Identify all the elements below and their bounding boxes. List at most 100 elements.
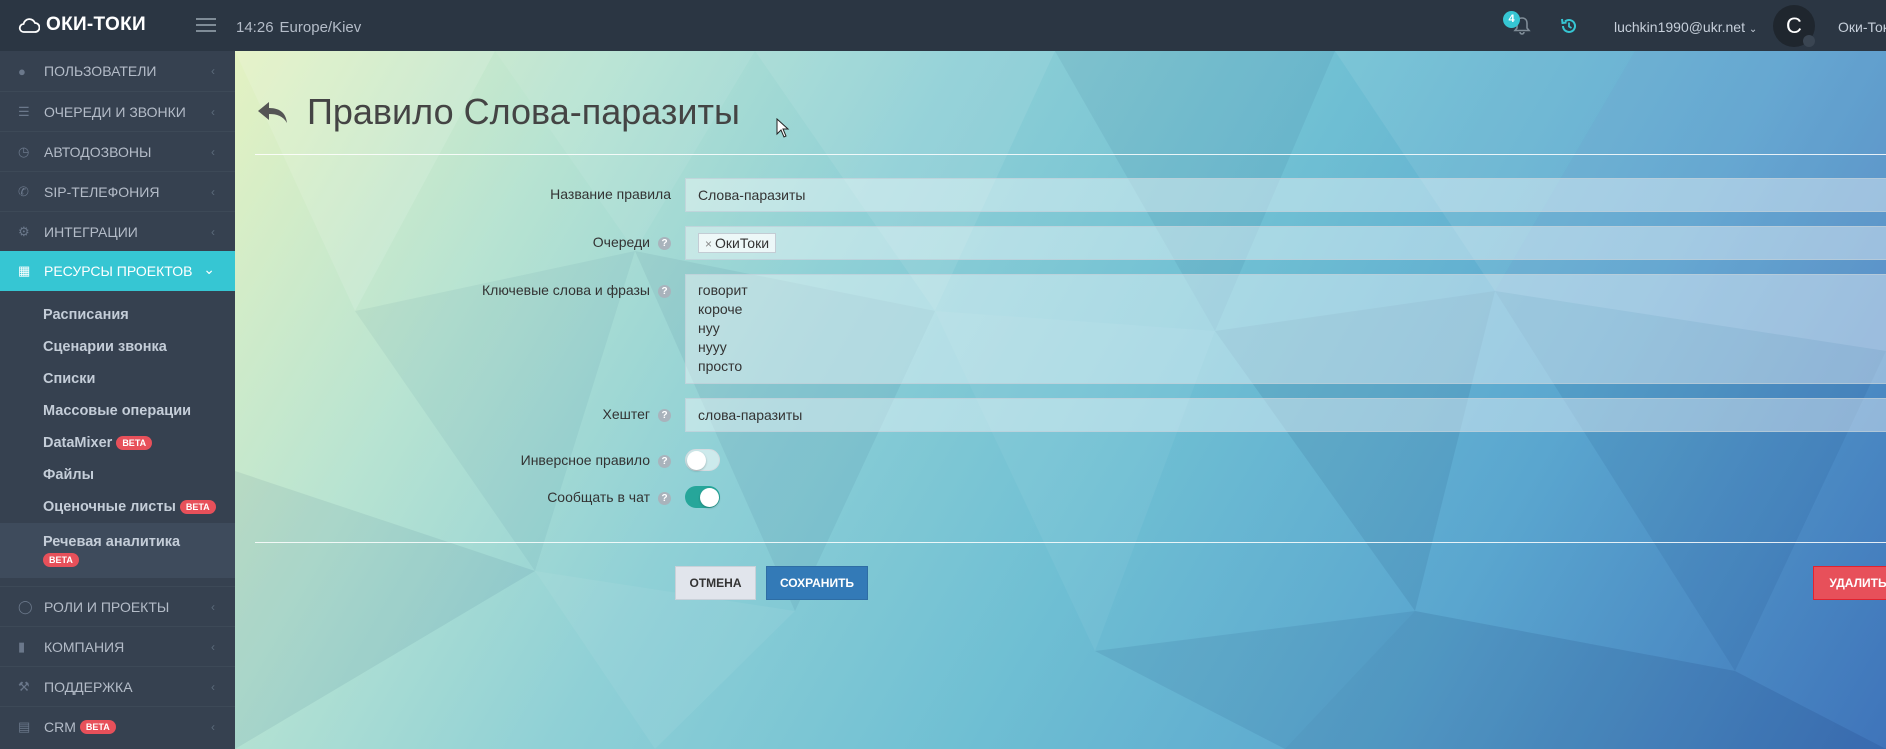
beta-badge: BETA (179, 500, 216, 514)
queues-label: Очереди (592, 234, 650, 250)
chevron-left-icon: ‹ (211, 680, 215, 694)
queues-row: Очереди? × ОкиТоки (255, 226, 1886, 260)
beta-badge: BETA (79, 719, 116, 734)
help-icon[interactable]: ? (658, 285, 671, 298)
sidebar-item-project-resources[interactable]: ▦ РЕСУРСЫ ПРОЕКТОВ ⌄ (0, 251, 235, 291)
chevron-left-icon: ‹ (211, 145, 215, 159)
keywords-row: Ключевые слова и фразы? говорит короче н… (255, 274, 1886, 384)
delete-button[interactable]: УДАЛИТЬ (1813, 566, 1886, 600)
inverse-toggle[interactable] (685, 449, 720, 471)
toggle-knob (687, 451, 706, 470)
rule-name-input[interactable]: Слова-паразиты (685, 178, 1886, 212)
chevron-left-icon: ‹ (211, 600, 215, 614)
sidebar-item-label: РОЛИ И ПРОЕКТЫ (44, 598, 170, 615)
toggle-knob (700, 487, 719, 507)
gears-icon: ⚙ (18, 223, 30, 239)
queues-multiselect[interactable]: × ОкиТоки (685, 226, 1886, 260)
avatar[interactable]: C (1773, 5, 1815, 47)
sidebar-item-support[interactable]: ⚒ ПОДДЕРЖКА ‹ (0, 666, 235, 706)
submenu-item-call-scripts[interactable]: Сценарии звонка (0, 331, 235, 363)
chat-label-wrap: Сообщать в чат? (255, 486, 685, 505)
submenu-item-bulk-ops[interactable]: Массовые операции (0, 395, 235, 427)
keywords-textarea[interactable]: говорит короче нуу нууу просто (685, 274, 1886, 384)
submenu-item-label: Списки (43, 371, 96, 387)
table-icon: ▤ (18, 718, 31, 734)
menu-toggle-icon[interactable] (196, 18, 216, 34)
submenu: Расписания Сценарии звонка Списки Массов… (0, 291, 235, 578)
status-dot (1803, 35, 1815, 47)
company-name[interactable]: Оки-Токи (1838, 19, 1886, 35)
hashtag-label-wrap: Хештег? (255, 398, 685, 422)
chat-row: Сообщать в чат? (255, 486, 720, 508)
submenu-item-label: Файлы (43, 467, 94, 483)
mouse-cursor-icon (776, 118, 790, 138)
history-icon[interactable] (1560, 17, 1578, 35)
chevron-left-icon: ‹ (211, 64, 215, 78)
submenu-item-label: Массовые операции (43, 403, 192, 419)
submenu-item-lists[interactable]: Списки (0, 363, 235, 395)
clock-icon: ◷ (18, 143, 30, 159)
beta-badge: BETA (116, 436, 153, 450)
submenu-item-files[interactable]: Файлы (0, 459, 235, 491)
avatar-letter: C (1786, 13, 1802, 38)
sidebar-item-label: SIP-ТЕЛЕФОНИЯ (44, 183, 160, 200)
hashtag-label: Хештег (602, 406, 650, 422)
user-icon: ● (18, 63, 26, 79)
rule-name-label: Название правила (550, 186, 671, 202)
help-icon[interactable]: ? (658, 409, 671, 422)
divider (255, 542, 1886, 543)
clock-timezone: Europe/Kiev (279, 19, 362, 36)
sidebar-item-roles[interactable]: ◯ РОЛИ И ПРОЕКТЫ ‹ (0, 586, 235, 626)
submenu-item-label: Сценарии звонка (43, 339, 167, 355)
sidebar-item-sip[interactable]: ✆ SIP-ТЕЛЕФОНИЯ ‹ (0, 171, 235, 211)
top-header: ОКИ-ТОКИ 14:26 Europe/Kiev 4 luchkin1990@… (0, 0, 1886, 51)
submenu-item-label: Расписания (43, 307, 129, 323)
sidebar-item-label: ОЧЕРЕДИ И ЗВОНКИ (44, 103, 186, 120)
sidebar-item-label: КОМПАНИЯ (44, 638, 125, 655)
inverse-row: Инверсное правило? (255, 449, 720, 471)
queues-label-wrap: Очереди? (255, 226, 685, 250)
main-content: Правило Слова-паразиты Название правила … (235, 51, 1886, 749)
logo-text: ОКИ-ТОКИ (46, 14, 146, 35)
cancel-button[interactable]: ОТМЕНА (675, 566, 756, 600)
clock-time: 14:26 (236, 19, 274, 36)
sidebar-item-integrations[interactable]: ⚙ ИНТЕГРАЦИИ ‹ (0, 211, 235, 251)
sidebar-item-company[interactable]: ▮ КОМПАНИЯ ‹ (0, 626, 235, 666)
chevron-down-icon: ⌄ (1748, 24, 1758, 35)
help-icon[interactable]: ? (658, 237, 671, 250)
user-menu[interactable]: luchkin1990@ukr.net ⌄ (1614, 19, 1757, 35)
sidebar: ● ПОЛЬЗОВАТЕЛИ ‹ ☰ ОЧЕРЕДИ И ЗВОНКИ ‹ ◷ … (0, 51, 235, 749)
sidebar-item-queues[interactable]: ☰ ОЧЕРЕДИ И ЗВОНКИ ‹ (0, 91, 235, 131)
remove-tag-icon[interactable]: × (705, 237, 712, 251)
sidebar-item-label: ПОДДЕРЖКА (44, 678, 133, 695)
logo[interactable]: ОКИ-ТОКИ (18, 14, 146, 36)
submenu-item-datamixer[interactable]: DataMixer BETA (0, 427, 235, 459)
chevron-left-icon: ‹ (211, 720, 215, 734)
submenu-item-speech-analytics[interactable]: Речевая аналитика BETA (0, 523, 235, 578)
divider (255, 154, 1886, 155)
list-icon: ☰ (18, 103, 30, 119)
chevron-left-icon: ‹ (211, 225, 215, 239)
keywords-label: Ключевые слова и фразы (482, 282, 650, 298)
chat-toggle[interactable] (685, 486, 720, 508)
beta-badge: BETA (43, 553, 79, 567)
sidebar-item-label: ИНТЕГРАЦИИ (44, 223, 138, 240)
save-button[interactable]: СОХРАНИТЬ (766, 566, 868, 600)
rule-name-row: Название правила Слова-паразиты (255, 178, 1886, 212)
sidebar-item-crm[interactable]: ▤ CRM BETA ‹ (0, 706, 235, 746)
user-email: luchkin1990@ukr.net (1614, 19, 1745, 35)
help-icon[interactable]: ? (658, 492, 671, 505)
submenu-item-schedules[interactable]: Расписания (0, 299, 235, 331)
sidebar-item-autodial[interactable]: ◷ АВТОДОЗВОНЫ ‹ (0, 131, 235, 171)
notification-badge: 4 (1503, 11, 1520, 28)
keywords-label-wrap: Ключевые слова и фразы? (255, 274, 685, 298)
help-icon[interactable]: ? (658, 455, 671, 468)
back-arrow-icon[interactable] (255, 94, 291, 130)
submenu-item-scorecards[interactable]: Оценочные листы BETA (0, 491, 235, 523)
sidebar-item-label: РЕСУРСЫ ПРОЕКТОВ (44, 263, 193, 279)
grid-icon: ▦ (18, 263, 31, 278)
inverse-label-wrap: Инверсное правило? (255, 449, 685, 468)
hashtag-select[interactable]: слова-паразиты (685, 398, 1886, 432)
submenu-item-label: DataMixer (43, 435, 113, 451)
sidebar-item-users[interactable]: ● ПОЛЬЗОВАТЕЛИ ‹ (0, 51, 235, 91)
